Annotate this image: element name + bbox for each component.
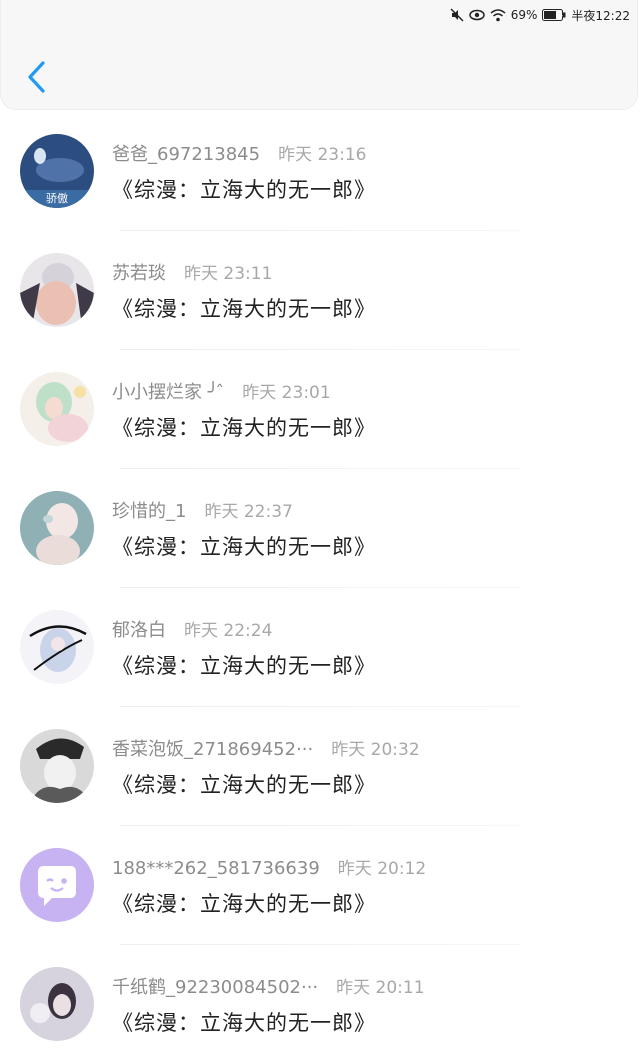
book-title[interactable]: 《综漫：立海大的无一郎》 [112, 293, 376, 323]
timestamp: 昨天 23:11 [184, 264, 273, 284]
status-icons: 69% + 半夜12:22 [450, 6, 630, 24]
list-item[interactable]: 小小摆烂家 ╯ ̂ 昨天 23:01 《综漫：立海大的无一郎》 [0, 350, 640, 469]
mute-icon [450, 8, 464, 22]
book-title[interactable]: 《综漫：立海大的无一郎》 [112, 769, 376, 799]
avatar[interactable] [20, 253, 94, 327]
svg-text:+: + [556, 12, 564, 22]
user-name[interactable]: 小小摆烂家 ╯ ̂ [112, 378, 224, 404]
book-title[interactable]: 《综漫：立海大的无一郎》 [112, 412, 376, 442]
avatar[interactable] [20, 491, 94, 565]
user-name[interactable]: 苏若琰 [112, 259, 166, 285]
battery-percent: 69% [510, 8, 538, 22]
timestamp: 昨天 23:01 [242, 383, 331, 403]
timestamp: 昨天 22:24 [184, 621, 273, 641]
avatar[interactable] [20, 610, 94, 684]
book-title[interactable]: 《综漫：立海大的无一郎》 [112, 174, 376, 204]
timestamp: 昨天 22:37 [204, 502, 293, 522]
list-item[interactable]: 骄傲 爸爸_697213845 昨天 23:16 《综漫：立海大的无一郎》 [0, 112, 640, 231]
user-name[interactable]: 爸爸_697213845 [112, 140, 260, 166]
timestamp: 昨天 23:16 [278, 145, 367, 165]
list-item[interactable]: 珍惜的_1 昨天 22:37 《综漫：立海大的无一郎》 [0, 469, 640, 588]
list-item[interactable]: 郁洛白 昨天 22:24 《综漫：立海大的无一郎》 [0, 588, 640, 707]
back-button[interactable] [19, 56, 53, 98]
avatar[interactable] [20, 372, 94, 446]
user-name[interactable]: 千纸鹤_92230084502··· [112, 973, 318, 999]
battery-icon: + [542, 9, 566, 21]
wifi-icon [490, 8, 506, 21]
book-title[interactable]: 《综漫：立海大的无一郎》 [112, 531, 376, 561]
user-name[interactable]: 郁洛白 [112, 616, 166, 642]
book-title[interactable]: 《综漫：立海大的无一郎》 [112, 888, 376, 918]
user-name[interactable]: 188***262_581736639 [112, 858, 320, 879]
svg-text:骄傲: 骄傲 [46, 191, 68, 205]
eye-icon [468, 9, 485, 21]
avatar[interactable] [20, 848, 94, 922]
avatar[interactable] [20, 967, 94, 1041]
list-item[interactable]: 188***262_581736639 昨天 20:12 《综漫：立海大的无一郎… [0, 826, 640, 945]
book-title[interactable]: 《综漫：立海大的无一郎》 [112, 1007, 376, 1037]
clock: 半夜12:22 [571, 8, 630, 23]
timestamp: 昨天 20:32 [331, 740, 420, 760]
list-item[interactable]: 苏若琰 昨天 23:11 《综漫：立海大的无一郎》 [0, 231, 640, 350]
list-item[interactable]: 千纸鹤_92230084502··· 昨天 20:11 《综漫：立海大的无一郎》 [0, 945, 640, 1064]
chevron-left-icon [28, 61, 45, 93]
user-name[interactable]: 香菜泡饭_271869452··· [112, 735, 313, 761]
book-title[interactable]: 《综漫：立海大的无一郎》 [112, 650, 376, 680]
user-name[interactable]: 珍惜的_1 [112, 497, 186, 523]
message-list: 骄傲 爸爸_697213845 昨天 23:16 《综漫：立海大的无一郎》 苏若… [0, 112, 640, 1064]
timestamp: 昨天 20:12 [337, 859, 427, 879]
avatar[interactable]: 骄傲 [20, 134, 94, 208]
list-item[interactable]: 香菜泡饭_271869452··· 昨天 20:32 《综漫：立海大的无一郎》 [0, 707, 640, 826]
avatar[interactable] [20, 729, 94, 803]
timestamp: 昨天 20:11 [336, 978, 425, 998]
status-bar: 69% + 半夜12:22 [0, 0, 640, 30]
